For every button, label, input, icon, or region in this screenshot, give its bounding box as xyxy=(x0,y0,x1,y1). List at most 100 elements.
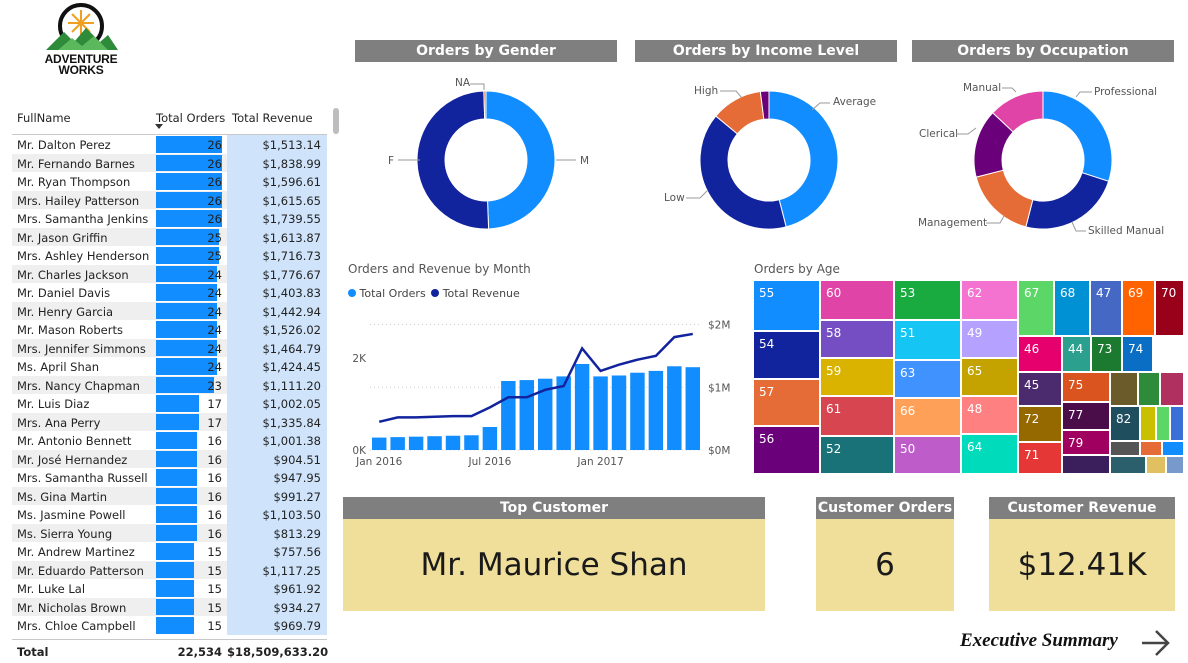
treemap-cell-age-66[interactable]: 66 xyxy=(894,398,961,436)
treemap-cell-small[interactable] xyxy=(1062,455,1110,474)
treemap-cell-small[interactable] xyxy=(1110,456,1146,474)
treemap-cell-small[interactable] xyxy=(1160,372,1184,406)
table-row[interactable]: Mr. Ryan Thompson 26 $1,596.61 xyxy=(12,172,327,191)
donut-slice-m[interactable] xyxy=(485,90,556,230)
treemap-cell-age-48[interactable]: 48 xyxy=(961,396,1018,434)
orders-by-age-treemap[interactable]: 55 54 57 56 60 58 59 61 52 53 51 63 66 50 62 49 65 48 64 67… xyxy=(753,280,1184,474)
treemap-cell-age-45[interactable]: 45 xyxy=(1018,372,1062,406)
donut-slice-na[interactable] xyxy=(483,90,487,120)
treemap-cell-small[interactable] xyxy=(1166,456,1184,474)
treemap-cell-small[interactable] xyxy=(1140,441,1162,456)
table-row[interactable]: Mrs. Chloe Campbell 15 $969.79 xyxy=(12,616,327,635)
treemap-cell-age-65[interactable]: 65 xyxy=(961,358,1018,396)
treemap-cell-small[interactable] xyxy=(1110,441,1140,456)
treemap-cell-age-75[interactable]: 75 xyxy=(1062,372,1110,402)
table-row[interactable]: Ms. Sierra Young 16 $813.29 xyxy=(12,523,327,542)
treemap-cell-age-67[interactable]: 67 xyxy=(1018,280,1054,336)
gender-donut-chart[interactable] xyxy=(406,80,566,240)
treemap-cell-small[interactable] xyxy=(1138,372,1160,406)
table-row[interactable]: Mr. Charles Jackson 24 $1,776.67 xyxy=(12,264,327,283)
customer-table[interactable]: FullName Total Orders Total Revenue Mr. … xyxy=(12,108,328,663)
treemap-cell-age-47[interactable]: 47 xyxy=(1090,280,1122,336)
table-row[interactable]: Mr. Luke Lal 15 $961.92 xyxy=(12,579,327,598)
table-row[interactable]: Mrs. Ashley Henderson 25 $1,716.73 xyxy=(12,246,327,265)
orders-bar[interactable] xyxy=(667,366,682,450)
orders-bar[interactable] xyxy=(630,372,645,450)
treemap-cell-age-64[interactable]: 64 xyxy=(961,434,1018,474)
treemap-cell-age-77[interactable]: 77 xyxy=(1062,402,1110,430)
orders-bar[interactable] xyxy=(574,363,590,450)
table-row[interactable]: Mrs. Samantha Jenkins 26 $1,739.55 xyxy=(12,209,327,228)
table-row[interactable]: Mr. Antonio Bennett 16 $1,001.38 xyxy=(12,431,327,450)
orders-bar[interactable] xyxy=(501,381,516,450)
treemap-cell-age-50[interactable]: 50 xyxy=(894,436,961,474)
treemap-cell-small[interactable] xyxy=(1146,456,1166,474)
table-row[interactable]: Mr. José Hernandez 16 $904.51 xyxy=(12,449,327,468)
donut-slice-low[interactable] xyxy=(699,115,787,230)
treemap-cell-age-79[interactable]: 79 xyxy=(1062,430,1110,455)
orders-bar[interactable] xyxy=(593,376,608,450)
treemap-cell-age-44[interactable]: 44 xyxy=(1062,336,1091,372)
table-row[interactable]: Ms. April Shan 24 $1,424.45 xyxy=(12,357,327,376)
treemap-cell-age-59[interactable]: 59 xyxy=(820,358,894,396)
arrow-right-icon[interactable] xyxy=(1140,628,1172,658)
treemap-cell-age-55[interactable]: 55 xyxy=(753,280,820,331)
treemap-cell-age-63[interactable]: 63 xyxy=(894,360,961,398)
table-row[interactable]: Mr. Dalton Perez 26 $1,513.14 xyxy=(12,135,327,154)
treemap-cell-age-73[interactable]: 73 xyxy=(1091,336,1122,372)
treemap-cell-small[interactable] xyxy=(1162,441,1184,456)
treemap-cell-small[interactable] xyxy=(1140,406,1156,441)
orders-bar[interactable] xyxy=(372,437,387,450)
treemap-cell-age-72[interactable]: 72 xyxy=(1018,406,1062,442)
table-row[interactable]: Mr. Luis Diaz 17 $1,002.05 xyxy=(12,394,327,413)
orders-bar[interactable] xyxy=(482,427,498,450)
executive-summary-link[interactable]: Executive Summary xyxy=(960,630,1118,652)
orders-revenue-combo-chart[interactable]: 0K2K$0M$1M$2MJan 2016 Jul 2016 Jan 2017 xyxy=(340,300,740,470)
treemap-cell-age-52[interactable]: 52 xyxy=(820,436,894,474)
col-header-fullname[interactable]: FullName xyxy=(17,111,71,125)
treemap-cell-age-60[interactable]: 60 xyxy=(820,280,894,320)
treemap-cell-age-82[interactable]: 82 xyxy=(1110,406,1140,441)
orders-bar[interactable] xyxy=(464,435,479,450)
table-row[interactable]: Mr. Fernando Barnes 26 $1,838.99 xyxy=(12,153,327,172)
table-row[interactable]: Mrs. Jennifer Simmons 24 $1,464.79 xyxy=(12,338,327,357)
table-row[interactable]: Mr. Daniel Davis 24 $1,403.83 xyxy=(12,283,327,302)
treemap-cell-age-61[interactable]: 61 xyxy=(820,396,894,436)
table-row[interactable]: Mr. Eduardo Patterson 15 $1,117.25 xyxy=(12,560,327,579)
orders-bar[interactable] xyxy=(445,435,461,450)
orders-bar[interactable] xyxy=(408,436,424,450)
treemap-cell-age-53[interactable]: 53 xyxy=(894,280,961,320)
treemap-cell-age-68[interactable]: 68 xyxy=(1054,280,1090,336)
table-row[interactable]: Mr. Mason Roberts 24 $1,526.02 xyxy=(12,320,327,339)
table-row[interactable]: Ms. Gina Martin 16 $991.27 xyxy=(12,486,327,505)
donut-slice-skilled-manual[interactable] xyxy=(1025,172,1110,230)
treemap-cell-small[interactable] xyxy=(1110,372,1138,406)
treemap-cell-age-46[interactable]: 46 xyxy=(1018,336,1062,372)
treemap-cell-age-57[interactable]: 57 xyxy=(753,379,820,426)
table-row[interactable]: Mr. Nicholas Brown 15 $934.27 xyxy=(12,597,327,616)
treemap-cell-small[interactable] xyxy=(1170,406,1184,441)
donut-slice-professional[interactable] xyxy=(1042,90,1113,182)
treemap-cell-age-71[interactable]: 71 xyxy=(1018,442,1062,474)
treemap-cell-age-49[interactable]: 49 xyxy=(961,320,1018,358)
table-row[interactable]: Mr. Jason Griffin 25 $1,613.87 xyxy=(12,227,327,246)
col-header-total-revenue[interactable]: Total Revenue xyxy=(232,111,313,125)
donut-slice-f[interactable] xyxy=(416,90,490,230)
treemap-cell-age-51[interactable]: 51 xyxy=(894,320,961,360)
orders-bar[interactable] xyxy=(611,375,627,450)
treemap-cell-age-69[interactable]: 69 xyxy=(1122,280,1155,336)
table-row[interactable]: Mrs. Hailey Patterson 26 $1,615.65 xyxy=(12,190,327,209)
col-header-total-orders[interactable]: Total Orders xyxy=(156,111,225,125)
occupation-donut-chart[interactable] xyxy=(963,80,1123,240)
orders-bar[interactable] xyxy=(390,437,405,450)
table-scrollbar[interactable] xyxy=(333,108,339,134)
revenue-line[interactable] xyxy=(378,332,693,423)
treemap-cell-age-70[interactable]: 70 xyxy=(1155,280,1184,336)
treemap-cell-age-56[interactable]: 56 xyxy=(753,426,820,474)
treemap-cell-age-54[interactable]: 54 xyxy=(753,331,820,379)
table-row[interactable]: Mr. Andrew Martinez 15 $757.56 xyxy=(12,542,327,561)
table-row[interactable]: Ms. Jasmine Powell 16 $1,103.50 xyxy=(12,505,327,524)
table-row[interactable]: Mrs. Nancy Chapman 23 $1,111.20 xyxy=(12,375,327,394)
treemap-cell-age-74[interactable]: 74 xyxy=(1122,336,1153,372)
orders-bar[interactable] xyxy=(648,370,664,450)
